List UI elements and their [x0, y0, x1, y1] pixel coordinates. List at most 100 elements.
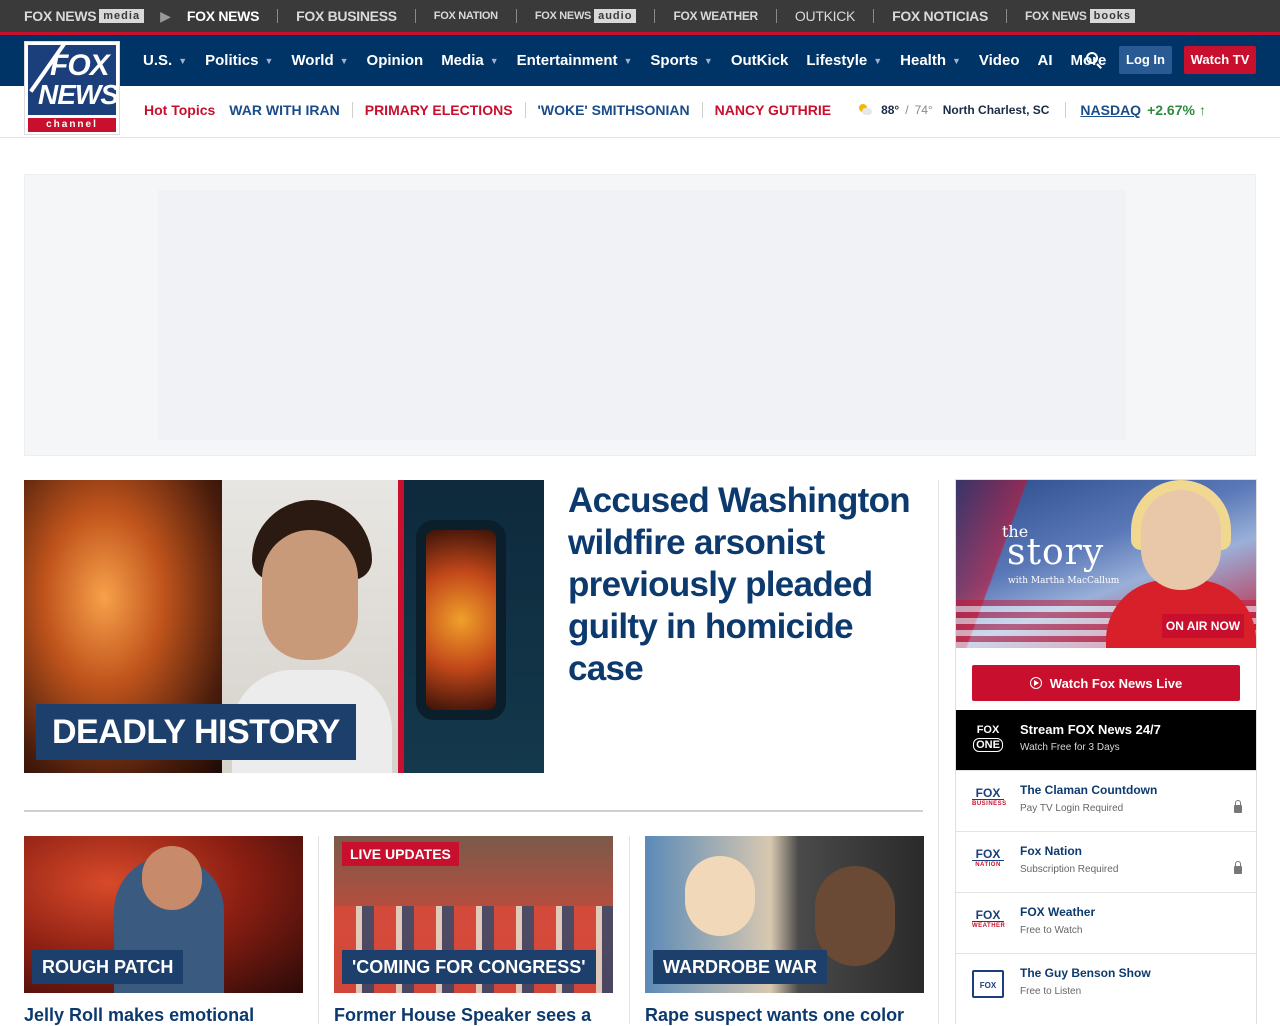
logo-text-channel: channel	[28, 118, 116, 132]
divider	[524, 102, 526, 118]
nav-link-label: Lifestyle	[806, 52, 868, 69]
story-card-headline[interactable]: Jelly Roll makes emotional	[24, 1004, 303, 1026]
topic-link-nancy-guthrie[interactable]: NANCY GUTHRIE	[715, 102, 831, 118]
hero-kicker-badge[interactable]: DEADLY HISTORY	[36, 704, 356, 760]
divider	[351, 102, 353, 118]
partly-sunny-icon	[859, 104, 873, 116]
play-icon: ▶	[160, 7, 171, 24]
watch-live-label: Watch Fox News Live	[1049, 675, 1183, 691]
nav-link-lifestyle[interactable]: Lifestyle ▼	[806, 52, 882, 69]
caret-down-icon: ▼	[623, 55, 633, 66]
network-link-fox-noticias[interactable]: FOX NOTICIAS	[892, 0, 988, 32]
rail-row-fox-nation[interactable]: FOX NATION Fox Nation Subscription Requir…	[956, 831, 1256, 892]
nav-link-politics[interactable]: Politics ▼	[205, 52, 273, 69]
network-link-outkick[interactable]: OUTKICK	[795, 0, 855, 32]
column-divider	[938, 480, 939, 1024]
nav-link-us[interactable]: U.S. ▼	[143, 52, 187, 69]
story-card-kicker: ROUGH PATCH	[32, 950, 184, 984]
nav-link-label: Video	[978, 52, 1020, 69]
card-divider	[629, 836, 630, 1024]
topic-link-war-with-iran[interactable]: WAR WITH IRAN	[229, 102, 339, 118]
lock-icon	[1234, 861, 1242, 874]
rail-row-subtitle: Subscription Required	[1020, 864, 1119, 875]
watch-tv-button[interactable]: Watch TV	[1184, 46, 1256, 74]
story-card-headline[interactable]: Former House Speaker sees a	[334, 1004, 613, 1026]
logo-text-fox: FOX	[50, 49, 110, 82]
stream-fox-one-row[interactable]: FOX ONE Stream FOX News 24/7 Watch Free …	[956, 710, 1256, 770]
nav-link-label: Media	[441, 52, 484, 69]
card-divider	[318, 836, 319, 1024]
caret-down-icon: ▼	[873, 55, 883, 66]
rail-row-claman-countdown[interactable]: FOX BUSINESS The Claman Countdown Pay TV …	[956, 770, 1256, 831]
section-divider	[24, 810, 923, 812]
market-ticker-link[interactable]: NASDAQ	[1080, 102, 1141, 118]
network-link-badge: audio	[594, 9, 637, 23]
rail-row-subtitle: Pay TV Login Required	[1020, 803, 1124, 814]
play-circle-icon	[1029, 677, 1042, 689]
hot-topics-label: Hot Topics	[144, 102, 216, 118]
rail-row-guy-benson-show[interactable]: FOX The Guy Benson Show Free to Listen	[956, 953, 1256, 1024]
story-card-kicker: 'COMING FOR CONGRESS'	[342, 950, 596, 984]
divider	[414, 9, 416, 23]
nav-link-label: Opinion	[366, 52, 424, 69]
nav-link-outkick[interactable]: OutKick	[731, 52, 789, 69]
nav-link-sports[interactable]: Sports ▼	[650, 52, 712, 69]
nav-link-video[interactable]: Video	[979, 52, 1020, 69]
nav-link-health[interactable]: Health ▼	[900, 52, 961, 69]
network-link-label: FOX NEWS	[1025, 9, 1087, 23]
nav-link-opinion[interactable]: Opinion	[367, 52, 424, 69]
divider	[701, 102, 703, 118]
network-link-fox-nation[interactable]: FOX NATION	[434, 0, 498, 32]
login-button[interactable]: Log In	[1119, 46, 1172, 74]
show-title: story	[1007, 532, 1105, 573]
weather-separator: /	[905, 103, 909, 117]
divider	[1006, 9, 1008, 23]
search-icon-ring	[1086, 52, 1098, 64]
nav-link-label: World	[291, 52, 334, 69]
show-host: with Martha MacCallum	[1008, 576, 1120, 586]
fox-news-logo[interactable]: FOX NEWS channel	[24, 41, 120, 135]
network-link-fox-news[interactable]: FOX NEWS	[187, 0, 260, 32]
caret-down-icon: ▼	[339, 55, 349, 66]
nav-link-label: Entertainment	[516, 52, 618, 69]
network-link-label: FOX NEWS	[24, 8, 97, 24]
rail-row-subtitle: Free to Listen	[1020, 986, 1082, 997]
topic-link-woke-smithsonian[interactable]: 'WOKE' SMITHSONIAN	[538, 102, 690, 118]
network-link-badge: media	[99, 9, 145, 23]
topic-link-primary-elections[interactable]: PRIMARY ELECTIONS	[365, 102, 513, 118]
nav-link-label: AI	[1037, 52, 1053, 69]
hot-topics-row: Hot Topics WAR WITH IRAN PRIMARY ELECTIO…	[144, 86, 1206, 134]
network-link-fox-news-audio[interactable]: FOX NEWS audio	[535, 0, 637, 32]
watch-live-button[interactable]: Watch Fox News Live	[972, 665, 1240, 701]
story-card-headline[interactable]: Rape suspect wants one color	[645, 1004, 924, 1026]
weather-widget[interactable]: 88° / 74° North Charlest, SC	[859, 103, 1049, 117]
network-link-fox-business[interactable]: FOX BUSINESS	[296, 0, 397, 32]
nav-link-label: OutKick	[730, 52, 789, 69]
caret-down-icon: ▼	[703, 55, 713, 66]
fox-weather-icon: FOX WEATHER	[972, 908, 1006, 929]
hero-headline[interactable]: Accused Washington wildfire arsonist pre…	[568, 480, 928, 690]
hero-image-window	[404, 480, 544, 773]
network-link-fox-news-books[interactable]: FOX NEWS books	[1025, 0, 1136, 32]
nav-link-world[interactable]: World ▼	[291, 52, 348, 69]
rail-row-subtitle: Free to Watch	[1020, 925, 1083, 936]
divider	[515, 9, 517, 23]
lock-icon	[1234, 800, 1242, 813]
ad-slot-inner	[158, 190, 1126, 440]
rail-row-title: The Claman Countdown	[1020, 783, 1158, 797]
nav-link-label: Politics	[205, 52, 259, 69]
nav-links: U.S. ▼ Politics ▼ World ▼ Opinion Media ▼ En…	[143, 35, 1144, 86]
nav-link-ai[interactable]: AI	[1037, 52, 1052, 69]
rail-row-title: The Guy Benson Show	[1020, 966, 1151, 980]
story-card-kicker: WARDROBE WAR	[653, 950, 827, 984]
rail-row-title: FOX Weather	[1020, 905, 1096, 919]
network-link-fox-weather[interactable]: FOX WEATHER	[673, 0, 758, 32]
rail-row-fox-weather[interactable]: FOX WEATHER FOX Weather Free to Watch	[956, 892, 1256, 953]
network-link-fox-news-media[interactable]: FOX NEWS media	[24, 0, 145, 32]
stream-subtitle: Watch Free for 3 Days	[1020, 742, 1120, 753]
search-icon[interactable]	[1084, 50, 1104, 70]
divider	[1065, 102, 1067, 118]
rail-row-title: Fox Nation	[1020, 844, 1082, 858]
nav-link-media[interactable]: Media ▼	[441, 52, 498, 69]
nav-link-entertainment[interactable]: Entertainment ▼	[517, 52, 633, 69]
